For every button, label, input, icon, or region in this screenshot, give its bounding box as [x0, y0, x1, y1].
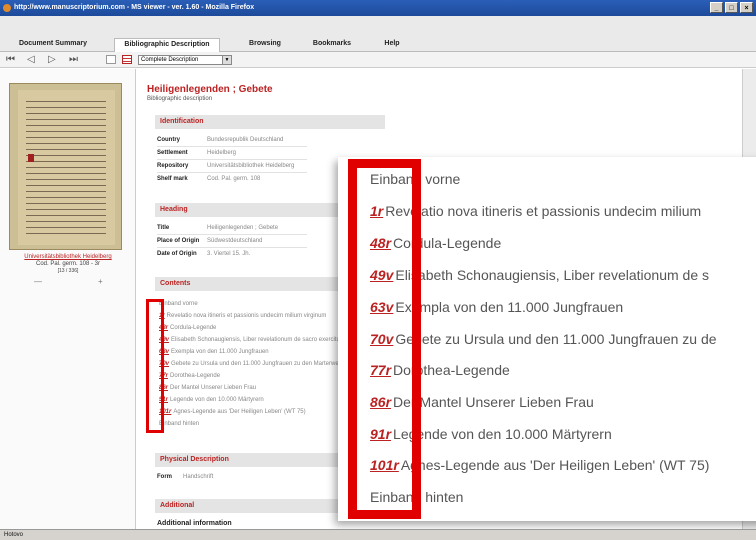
field-label: Settlement [157, 150, 188, 156]
view-icon[interactable] [106, 55, 116, 64]
contents-text: Agnes-Legende aus 'Der Heiligen Leben' (… [173, 409, 306, 415]
contents-row: 63v Exempla von den 11.000 Jungfrauen [159, 349, 269, 355]
page-subtitle: Bibliographic description [147, 96, 213, 102]
page-counter: [13 / 336] [57, 268, 79, 274]
minimize-icon[interactable]: _ [710, 2, 723, 13]
contents-row: 77r Dorothea-Legende [159, 373, 220, 379]
next-page-icon[interactable]: ▷ [48, 54, 56, 66]
manuscript-page-image [18, 90, 115, 245]
contents-row: Einband vorne [159, 301, 198, 307]
chevron-down-icon: ▼ [222, 56, 231, 64]
contents-row: 48r Cordula-Legende [159, 325, 216, 331]
field-value: Bundesrepublik Deutschland [207, 137, 284, 143]
zoom-controls: — + [0, 277, 136, 287]
contents-text: Elisabeth Schonaugiensis, Liber revelati… [395, 267, 709, 283]
tab-bar: Document Summary Bibliographic Descripti… [0, 16, 756, 53]
contents-text: Der Mantel Unserer Lieben Frau [170, 385, 257, 391]
contents-row: 101r Agnes-Legende aus 'Der Heiligen Lebe… [159, 409, 306, 415]
manuscript-thumbnail[interactable] [9, 83, 122, 250]
field-value: Universitätsbibliothek Heidelberg [207, 163, 295, 169]
manuscript-text-lines [26, 98, 106, 236]
contents-row: 86r Der Mantel Unserer Lieben Frau [159, 385, 256, 391]
contents-row: 1r Revelatio nova itineris et passionis u… [159, 313, 326, 319]
last-page-icon[interactable]: ⏭ [69, 54, 78, 66]
magnified-contents-callout: Einband vorne 1r Revelatio nova itineris … [338, 157, 756, 521]
tab-browsing[interactable]: Browsing [244, 40, 286, 52]
divider [157, 172, 307, 173]
close-icon[interactable]: × [740, 2, 753, 13]
tab-document-summary[interactable]: Document Summary [14, 40, 92, 52]
field-label: Date of Origin [157, 251, 197, 257]
tab-bibliographic-description[interactable]: Bibliographic Description [114, 38, 220, 53]
contents-text: Exempla von den 11.000 Jungfrauen [395, 299, 624, 315]
page-title: Heiligenlegenden ; Gebete [147, 84, 273, 95]
contents-text: Exempla von den 11.000 Jungfrauen [171, 349, 269, 355]
contents-text: Einband vorne [159, 301, 198, 307]
contents-text: Legende von den 10.000 Märtyrern [170, 397, 264, 403]
contents-row: 70v Gebete zu Ursula und den 11.000 Jungf… [159, 361, 363, 367]
divider [157, 159, 307, 160]
previous-page-icon[interactable]: ◁ [27, 54, 35, 66]
description-select-value: Complete Description [141, 57, 199, 63]
field-label: Repository [157, 163, 189, 169]
field-label: Form [157, 474, 172, 480]
maximize-icon[interactable]: □ [725, 2, 738, 13]
tab-help[interactable]: Help [380, 40, 404, 52]
divider [157, 146, 307, 147]
magnified-row: 70v Gebete zu Ursula und den 11.000 Jungf… [370, 331, 717, 347]
field-label: Country [157, 137, 180, 143]
contents-text: Revelatio nova itineris et passionis und… [385, 203, 702, 219]
contents-text: Agnes-Legende aus 'Der Heiligen Leben' (… [400, 457, 710, 473]
window-title: http://www.manuscriptorium.com - MS view… [14, 4, 255, 11]
shelfmark-label: Cod. Pal. germ. 108 - 3r [35, 261, 101, 267]
contents-text: Einband hinten [159, 421, 200, 427]
firefox-icon [3, 4, 11, 12]
magnified-folio-highlight-box [348, 159, 421, 519]
contents-text: Legende von den 10.000 Märtyrern [393, 426, 612, 442]
field-value: 3. Viertel 15. Jh. [207, 251, 251, 257]
contents-text: Dorothea-Legende [170, 373, 221, 379]
subsection-heading: Additional information [157, 520, 232, 527]
contents-text: Cordula-Legende [170, 325, 217, 331]
browser-window: http://www.manuscriptorium.com - MS view… [0, 0, 756, 540]
contents-text: Revelatio nova itineris et passionis und… [166, 313, 327, 319]
section-identification: Identification [155, 115, 385, 129]
window-controls: _ □ × [710, 2, 753, 13]
folio-highlight-box [146, 299, 164, 433]
first-page-icon[interactable]: ⏮ [6, 54, 15, 66]
thumbnail-panel: Universitätsbibliothek Heidelberg Cod. P… [0, 69, 136, 529]
tab-bookmarks[interactable]: Bookmarks [306, 40, 358, 52]
window-title-bar: http://www.manuscriptorium.com - MS view… [0, 0, 756, 16]
contents-row: Einband hinten [159, 421, 199, 427]
zoom-out-button[interactable]: — [34, 277, 42, 286]
field-value: Heidelberg [207, 150, 237, 156]
library-link[interactable]: Universitätsbibliothek Heidelberg [0, 254, 136, 260]
contents-text: Gebete zu Ursula und den 11.000 Jungfrau… [395, 331, 717, 347]
divider [157, 247, 307, 248]
contents-row: 91r Legende von den 10.000 Märtyrern [159, 397, 264, 403]
field-value: Cod. Pal. germ. 108 [207, 176, 261, 182]
field-label: Place of Origin [157, 238, 200, 244]
contents-text: Gebete zu Ursula und den 11.000 Jungfrau… [171, 361, 364, 367]
description-icon[interactable] [122, 55, 132, 64]
field-value: Handschrift [183, 474, 214, 480]
zoom-in-button[interactable]: + [98, 277, 103, 286]
field-value: Heiligenlegenden ; Gebete [207, 225, 279, 231]
field-value: Südwestdeutschland [207, 238, 263, 244]
status-bar: Hotovo [0, 529, 756, 540]
field-label: Title [157, 225, 170, 231]
description-select[interactable]: Complete Description ▼ [138, 55, 232, 65]
toolbar: ⏮ ◁ ▷ ⏭ Complete Description ▼ [0, 52, 756, 68]
contents-text: Der Mantel Unserer Lieben Frau [393, 394, 594, 410]
manuscript-initial [28, 154, 34, 162]
field-label: Shelf mark [157, 176, 188, 182]
divider [157, 234, 307, 235]
